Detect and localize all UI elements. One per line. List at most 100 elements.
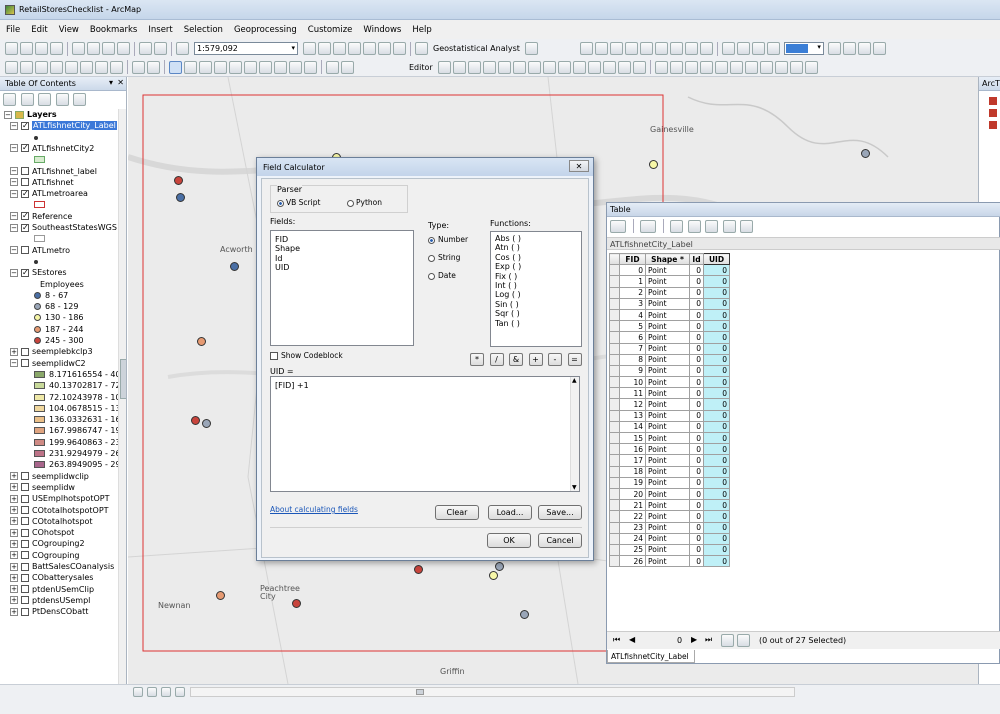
store-point[interactable] (174, 176, 183, 185)
show-all-records-icon[interactable] (721, 634, 734, 647)
pause-drawing-icon[interactable] (175, 687, 185, 697)
row-selector[interactable] (609, 465, 620, 478)
row-selector[interactable] (609, 510, 620, 523)
toc-layer-cobatterysales[interactable]: + CObatterysales (10, 572, 93, 583)
type-radio-date[interactable]: Date (428, 271, 456, 280)
table-row[interactable]: 24 Point 0 0 (609, 532, 730, 545)
editor-menu[interactable]: Editor (409, 63, 433, 72)
table-row[interactable]: 5 Point 0 0 (609, 320, 730, 333)
row-selector[interactable] (609, 476, 620, 489)
table-of-contents-icon[interactable] (318, 42, 331, 55)
store-point[interactable] (520, 610, 529, 619)
store-point[interactable] (230, 262, 239, 271)
switch-selection-icon[interactable] (687, 219, 701, 233)
store-point[interactable] (489, 571, 498, 580)
toc-layer-seemplidwclip[interactable]: + seemplidwclip (10, 471, 89, 482)
edit-tool-icon[interactable] (437, 60, 451, 74)
table-row[interactable]: 7 Point 0 0 (609, 342, 730, 355)
toc-layer-usemplhotspotopt[interactable]: + USEmplhotspotOPT (10, 493, 109, 504)
layer-visibility-checkbox[interactable] (21, 142, 29, 153)
redo-icon[interactable] (154, 42, 167, 55)
layout-tool-2-icon[interactable] (736, 42, 750, 55)
first-record-icon[interactable]: ⏮ (613, 635, 620, 645)
time-slider-icon[interactable] (289, 60, 302, 74)
split-icon[interactable] (572, 60, 586, 74)
go-forward-icon[interactable] (110, 60, 123, 74)
select-elements-icon[interactable] (169, 60, 182, 74)
store-point[interactable] (414, 565, 423, 574)
fields-list[interactable]: FID Shape Id UID (270, 230, 414, 346)
expression-box[interactable]: [FID] +1 ▲ ▼ (270, 376, 580, 492)
layout-view-icon[interactable] (147, 687, 157, 697)
row-selector[interactable] (609, 521, 620, 534)
row-selector[interactable] (609, 275, 620, 288)
data-driven-pages-icon[interactable] (872, 42, 886, 55)
geostat-wizard-icon[interactable] (524, 42, 538, 55)
row-selector[interactable] (609, 420, 620, 434)
function-item[interactable]: Sin ( ) (491, 300, 581, 309)
cut-polygons-icon[interactable] (557, 60, 571, 74)
draw-7-icon[interactable] (744, 60, 758, 74)
row-selector[interactable] (609, 308, 620, 322)
full-extent-icon[interactable] (50, 60, 63, 74)
type-radio-number[interactable]: Number (428, 235, 468, 244)
layer-visibility-checkbox[interactable] (21, 188, 29, 199)
toc-layer-cototalhotspot[interactable]: + COtotalhotspot (10, 516, 93, 527)
draw-4-icon[interactable] (699, 60, 713, 74)
toc-scrollbar[interactable] (118, 109, 126, 684)
toc-options-icon[interactable] (73, 93, 87, 106)
refresh-icon[interactable] (161, 687, 171, 697)
draw-9-icon[interactable] (774, 60, 788, 74)
toc-layer-cohotspot[interactable]: + COhotspot (10, 527, 74, 538)
find-route-icon[interactable] (259, 60, 272, 74)
table-row[interactable]: 6 Point 0 0 (609, 331, 730, 344)
copy-icon[interactable] (87, 42, 100, 55)
table-row[interactable]: 4 Point 0 0 (609, 308, 730, 322)
menu-selection[interactable]: Selection (184, 25, 223, 35)
dialog-close-icon[interactable]: ✕ (569, 160, 589, 172)
row-selector[interactable] (609, 555, 620, 568)
cut-icon[interactable] (72, 42, 85, 55)
reshape-icon[interactable] (542, 60, 556, 74)
clear-selection-icon[interactable] (147, 60, 160, 74)
table-row[interactable]: 21 Point 0 0 (609, 499, 730, 512)
scale-combo[interactable]: 1:579,092 ▾ (194, 42, 298, 55)
toc-layer-atlfishnetcity-label[interactable]: −ATLfishnetCity_Label (10, 120, 117, 131)
toc-layer-cototalhotspotopt[interactable]: + COtotalhotspotOPT (10, 505, 109, 516)
toc-close-icon[interactable]: ✕ (117, 78, 124, 87)
function-item[interactable]: Atn ( ) (491, 243, 581, 252)
fixed-in-icon[interactable] (65, 60, 78, 74)
row-selector[interactable] (609, 443, 620, 456)
menu-windows[interactable]: Windows (363, 25, 401, 35)
undo-icon[interactable] (139, 42, 152, 55)
row-selector[interactable] (609, 342, 620, 355)
row-selector[interactable] (609, 353, 620, 366)
fixed-zoom-out-icon[interactable] (669, 42, 683, 55)
show-selected-records-icon[interactable] (737, 634, 750, 647)
layer-visibility-checkbox[interactable] (21, 246, 29, 255)
georef-icon[interactable] (326, 60, 339, 74)
toc-layer-cogrouping2[interactable]: + COgrouping2 (10, 538, 85, 549)
store-point[interactable] (861, 149, 870, 158)
editor-toolbar-icon[interactable] (303, 42, 316, 55)
layer-visibility-checkbox[interactable] (21, 178, 29, 187)
column-header-uid[interactable]: UID (703, 252, 730, 266)
function-item[interactable]: Exp ( ) (491, 262, 581, 271)
toc-layer-atlfishnet-label[interactable]: − ATLfishnet_label (10, 166, 97, 177)
attributes-icon[interactable] (602, 60, 616, 74)
toc-layer-reference[interactable]: −Reference (10, 210, 72, 222)
menu-customize[interactable]: Customize (308, 25, 353, 35)
toc-layers-root[interactable]: − Layers (4, 109, 57, 120)
zoom-out-icon[interactable] (20, 60, 33, 74)
operator-button[interactable]: & (509, 353, 523, 366)
row-selector[interactable] (609, 487, 620, 501)
find-icon[interactable] (244, 60, 257, 74)
row-selector[interactable] (609, 297, 620, 310)
table-row[interactable]: 22 Point 0 0 (609, 510, 730, 523)
new-icon[interactable] (5, 42, 18, 55)
layer-visibility-checkbox[interactable] (21, 222, 29, 233)
toc-layer-sestores[interactable]: −SEstores (10, 267, 67, 278)
print-icon[interactable] (50, 42, 63, 55)
layer-visibility-checkbox[interactable] (21, 210, 29, 221)
about-calculating-fields-link[interactable]: About calculating fields (270, 505, 358, 514)
